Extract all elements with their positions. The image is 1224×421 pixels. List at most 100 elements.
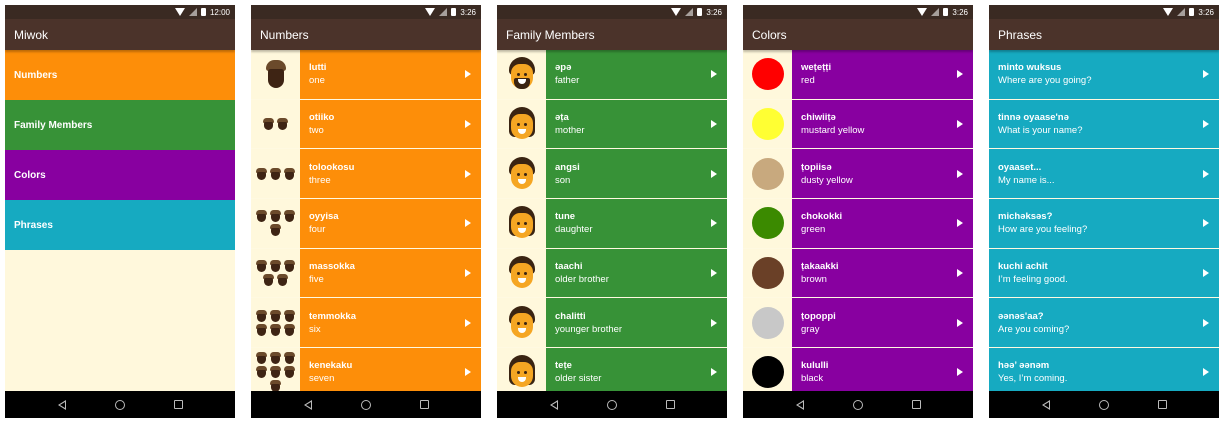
play-icon[interactable] (1203, 120, 1209, 129)
home-icon[interactable] (852, 399, 863, 410)
item-image (497, 99, 546, 149)
play-icon[interactable] (957, 318, 963, 327)
list-item[interactable]: otiiko two (251, 99, 481, 150)
acorn (270, 260, 281, 273)
play-icon[interactable] (1203, 169, 1209, 178)
list-item[interactable]: minto wuksus Where are you going? (989, 50, 1219, 100)
item-image (497, 149, 546, 199)
item-text: oyaaset... My name is... (989, 149, 1219, 199)
list-item[interactable]: oyyisa four (251, 199, 481, 249)
list-item[interactable]: ṭopiisə dusty yellow (743, 149, 973, 200)
recents-icon[interactable] (665, 400, 675, 409)
play-icon[interactable] (1203, 368, 1209, 377)
list-item[interactable]: tune daughter (497, 199, 727, 249)
list-item[interactable]: ṭakaakki brown (743, 248, 973, 299)
play-icon[interactable] (465, 368, 471, 377)
list-item[interactable]: kululli black (743, 348, 973, 391)
recents-icon[interactable] (419, 400, 429, 409)
list-item[interactable]: hәә’ әәnәm Yes, I’m coming. (989, 348, 1219, 391)
category-phrases[interactable]: Phrases (5, 200, 235, 250)
list-item[interactable]: chalitti younger brother (497, 298, 727, 349)
list-item[interactable]: chiwiiṭə mustard yellow (743, 99, 973, 150)
play-icon[interactable] (711, 219, 717, 228)
list-item[interactable]: әәnәs'aa? Are you coming? (989, 298, 1219, 349)
item-image (743, 248, 792, 298)
back-icon[interactable] (303, 399, 312, 410)
list-item[interactable]: tinnә oyaase'nә What is your name? (989, 99, 1219, 150)
play-icon[interactable] (465, 70, 471, 79)
list-item[interactable]: weṭeṭṭi red (743, 50, 973, 100)
play-icon[interactable] (1203, 269, 1209, 278)
list-item[interactable]: lutti one (251, 50, 481, 100)
acorn (270, 323, 281, 336)
list-item[interactable]: əpə father (497, 50, 727, 100)
english-word: dusty yellow (801, 174, 853, 186)
list-item[interactable]: tolookosu three (251, 149, 481, 200)
category-family-members[interactable]: Family Members (5, 100, 235, 150)
back-icon[interactable] (795, 399, 804, 410)
list-item[interactable]: oyaaset... My name is... (989, 149, 1219, 200)
miwok-word: oyaaset... (998, 161, 1042, 173)
play-icon[interactable] (711, 120, 717, 129)
list-item[interactable]: massokka five (251, 248, 481, 299)
list-item[interactable]: temmokka six (251, 298, 481, 349)
play-icon[interactable] (711, 368, 717, 377)
item-text: otiiko two (300, 99, 481, 149)
play-icon[interactable] (957, 219, 963, 228)
play-icon[interactable] (1203, 70, 1209, 79)
back-icon[interactable] (549, 399, 558, 410)
category-colors[interactable]: Colors (5, 150, 235, 200)
home-icon[interactable] (1098, 399, 1109, 410)
play-icon[interactable] (1203, 318, 1209, 327)
play-icon[interactable] (957, 269, 963, 278)
play-icon[interactable] (465, 169, 471, 178)
list-item[interactable]: kenekaku seven (251, 348, 481, 391)
item-text: әәnәs'aa? Are you coming? (989, 298, 1219, 348)
list-item[interactable]: michәksәs? How are you feeling? (989, 199, 1219, 249)
acorn-icon (256, 60, 296, 89)
play-icon[interactable] (465, 269, 471, 278)
list-item[interactable]: taachi older brother (497, 248, 727, 299)
play-icon[interactable] (465, 219, 471, 228)
color-swatch (751, 306, 784, 339)
older-sister-icon (506, 355, 538, 389)
play-icon[interactable] (957, 368, 963, 377)
category-numbers[interactable]: Numbers (5, 50, 235, 100)
item-image (743, 149, 792, 199)
home-icon[interactable] (360, 399, 371, 410)
list-item[interactable]: angsi son (497, 149, 727, 200)
signal-icon (188, 8, 197, 16)
list-item[interactable]: chokokki green (743, 199, 973, 249)
play-icon[interactable] (465, 318, 471, 327)
status-time: 3:26 (952, 7, 968, 17)
item-image (251, 50, 300, 99)
list-item[interactable]: ṭopoppi gray (743, 298, 973, 349)
recents-icon[interactable] (1157, 400, 1167, 409)
list-item[interactable]: teṭe older sister (497, 348, 727, 391)
list-item[interactable]: kuchi achit I’m feeling good. (989, 248, 1219, 299)
home-icon[interactable] (114, 399, 125, 410)
play-icon[interactable] (957, 120, 963, 129)
recents-icon[interactable] (911, 400, 921, 409)
home-icon[interactable] (606, 399, 617, 410)
back-icon[interactable] (1041, 399, 1050, 410)
list-item[interactable]: əṭa mother (497, 99, 727, 150)
play-icon[interactable] (711, 269, 717, 278)
wifi-icon (1163, 8, 1174, 16)
son-icon (506, 156, 538, 191)
play-icon[interactable] (465, 120, 471, 129)
play-icon[interactable] (1203, 219, 1209, 228)
play-icon[interactable] (957, 169, 963, 178)
recents-icon[interactable] (173, 400, 183, 409)
miwok-word: otiiko (309, 112, 335, 124)
play-icon[interactable] (957, 70, 963, 79)
miwok-word: hәә’ әәnәm (998, 360, 1050, 372)
play-icon[interactable] (711, 318, 717, 327)
item-image (497, 298, 546, 348)
play-icon[interactable] (711, 70, 717, 79)
miwok-word: ṭopoppi (801, 310, 836, 322)
back-icon[interactable] (57, 399, 66, 410)
item-text: chalitti younger brother (546, 298, 727, 348)
acorn-icon (256, 309, 296, 336)
play-icon[interactable] (711, 169, 717, 178)
